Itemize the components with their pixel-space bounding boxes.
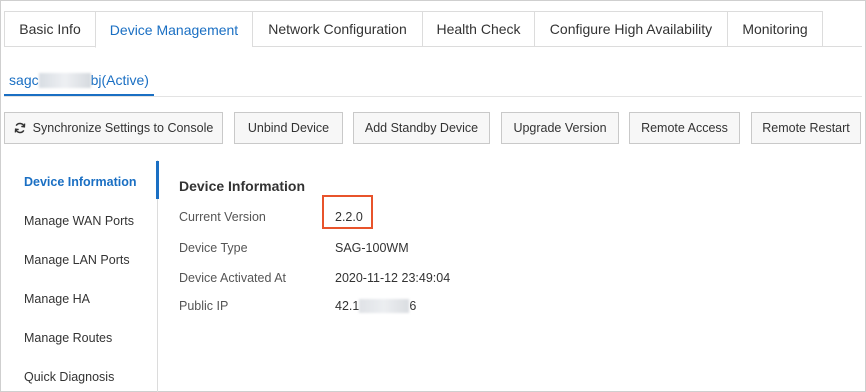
tab-configure-high-availability[interactable]: Configure High Availability <box>534 11 727 47</box>
side-nav-device-information[interactable]: Device Information <box>24 175 137 189</box>
current-version-label: Current Version <box>179 210 266 224</box>
upgrade-version-button[interactable]: Upgrade Version <box>501 112 619 144</box>
public-ip-value: 42.1 6 <box>335 299 416 313</box>
add-standby-device-button[interactable]: Add Standby Device <box>353 112 490 144</box>
sync-settings-button[interactable]: Synchronize Settings to Console <box>4 112 223 144</box>
side-nav-active-indicator <box>156 161 159 199</box>
side-nav-quick-diagnosis[interactable]: Quick Diagnosis <box>24 370 114 384</box>
device-type-label: Device Type <box>179 241 248 255</box>
version-highlight-box <box>322 195 373 229</box>
device-id-prefix: sagc <box>9 72 39 88</box>
public-ip-label: Public IP <box>179 299 229 313</box>
redacted-ip <box>359 299 410 313</box>
public-ip-suffix: 6 <box>409 299 417 313</box>
activated-at-value: 2020-11-12 23:49:04 <box>335 271 451 285</box>
side-nav-manage-ha[interactable]: Manage HA <box>24 292 90 306</box>
side-nav-manage-routes[interactable]: Manage Routes <box>24 331 112 345</box>
unbind-device-button[interactable]: Unbind Device <box>234 112 343 144</box>
tab-health-check[interactable]: Health Check <box>422 11 534 47</box>
tab-basic-info[interactable]: Basic Info <box>4 11 95 47</box>
refresh-icon <box>14 122 26 134</box>
remote-access-button[interactable]: Remote Access <box>629 112 740 144</box>
top-tabs: Basic Info Device Management Network Con… <box>4 11 823 48</box>
device-information-title: Device Information <box>179 178 306 194</box>
side-nav-manage-lan-ports[interactable]: Manage LAN Ports <box>24 253 130 267</box>
tab-network-configuration[interactable]: Network Configuration <box>252 11 422 47</box>
sync-settings-label: Synchronize Settings to Console <box>32 121 214 135</box>
tab-device-management[interactable]: Device Management <box>95 11 252 48</box>
tab-monitoring[interactable]: Monitoring <box>727 11 823 47</box>
device-type-value: SAG-100WM <box>335 241 409 255</box>
public-ip-prefix: 42.1 <box>335 299 360 313</box>
redacted-device-id <box>38 73 91 88</box>
side-nav-manage-wan-ports[interactable]: Manage WAN Ports <box>24 214 134 228</box>
device-instance-tab[interactable]: sagc bj(Active) <box>4 62 154 96</box>
device-management-panel <box>0 0 866 392</box>
activated-at-label: Device Activated At <box>179 271 287 285</box>
device-id-suffix: bj(Active) <box>90 72 149 88</box>
subtabs-divider <box>4 96 862 97</box>
remote-restart-button[interactable]: Remote Restart <box>751 112 861 144</box>
